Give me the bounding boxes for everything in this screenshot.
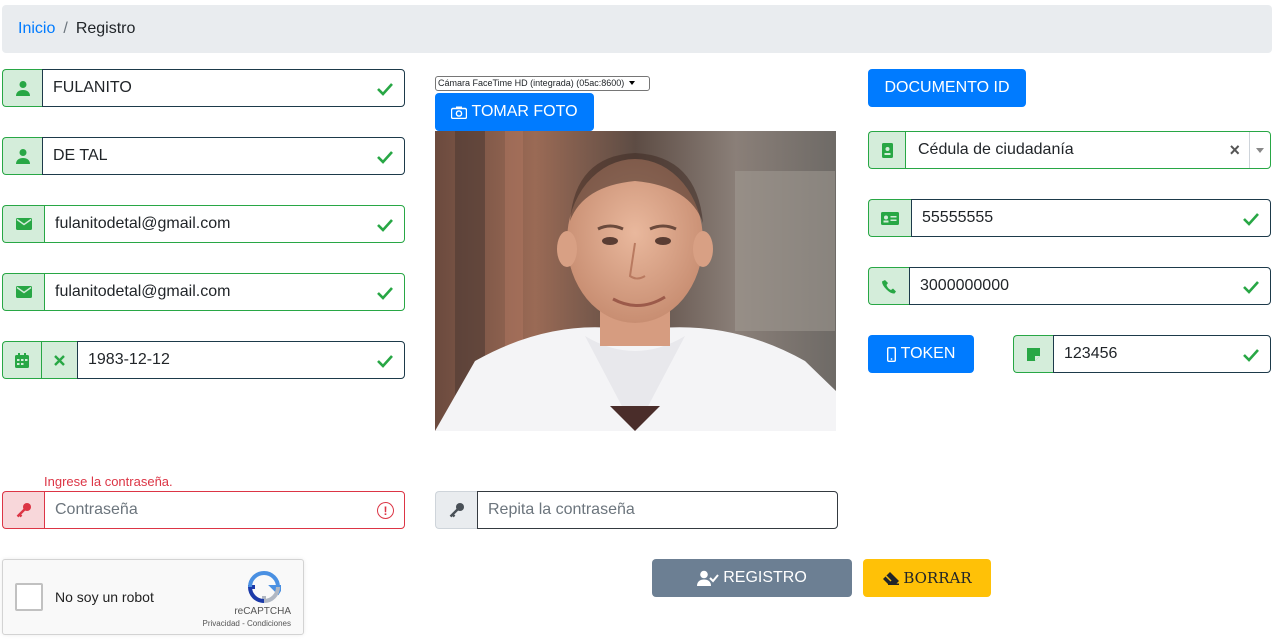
document-number-input[interactable]: 55555555 — [911, 199, 1271, 237]
last-name-group: DE TAL — [2, 137, 405, 175]
password-input[interactable]: Contraseña ! — [44, 491, 405, 529]
webcam-photo — [435, 131, 836, 431]
phone-value: 3000000000 — [920, 277, 1009, 294]
email-input[interactable]: fulanitodetal@gmail.com — [44, 205, 405, 243]
token-code-group: 123456 — [1013, 335, 1271, 373]
id-badge-icon — [868, 131, 905, 169]
document-number-group: 55555555 — [868, 199, 1271, 237]
clear-button[interactable]: BORRAR — [863, 559, 991, 597]
user-icon — [2, 137, 42, 175]
recaptcha-checkbox[interactable] — [15, 583, 43, 611]
breadcrumb-current: Registro — [75, 20, 136, 37]
user-check-icon — [697, 570, 719, 586]
check-icon — [377, 83, 393, 96]
envelope-icon — [2, 205, 44, 243]
chevron-down-icon — [629, 81, 635, 85]
last-name-input[interactable]: DE TAL — [42, 137, 405, 175]
clear-label: BORRAR — [903, 569, 972, 587]
calendar-icon — [2, 341, 41, 379]
breadcrumb-separator: / — [63, 20, 68, 37]
recaptcha-terms-link[interactable]: Privacidad - Condiciones — [203, 619, 292, 628]
password-placeholder: Contraseña — [55, 501, 138, 518]
email-value: fulanitodetal@gmail.com — [55, 215, 231, 232]
document-number-value: 55555555 — [922, 209, 994, 226]
take-photo-label: TOMAR FOTO — [471, 103, 578, 120]
phone-group: 3000000000 — [868, 267, 1271, 305]
password-error-message: Ingrese la contraseña. — [44, 474, 173, 489]
sticky-note-icon — [1013, 335, 1053, 373]
check-icon — [377, 355, 393, 368]
recaptcha-logo-icon — [247, 571, 281, 604]
check-icon — [1243, 213, 1259, 226]
birthdate-group: 1983-12-12 — [2, 341, 405, 379]
register-button[interactable]: REGISTRO — [652, 559, 852, 597]
check-icon — [1243, 349, 1259, 362]
recaptcha-widget: No soy un robot reCAPTCHA Privacidad - C… — [2, 559, 304, 635]
document-id-label: DOCUMENTO ID — [884, 79, 1010, 96]
user-icon — [2, 69, 42, 107]
camera-select[interactable]: Cámara FaceTime HD (integrada) (05ac:860… — [435, 76, 650, 91]
check-icon — [377, 151, 393, 164]
check-icon — [1243, 281, 1259, 294]
error-icon: ! — [377, 502, 394, 519]
token-code-input[interactable]: 123456 — [1053, 335, 1271, 373]
last-name-value: DE TAL — [53, 147, 108, 164]
birthdate-value: 1983-12-12 — [88, 351, 170, 368]
envelope-icon — [2, 273, 44, 311]
first-name-group: FULANITO — [2, 69, 405, 107]
birthdate-input[interactable]: 1983-12-12 — [77, 341, 405, 379]
mobile-icon — [886, 346, 896, 362]
phone-input[interactable]: 3000000000 — [909, 267, 1271, 305]
email-confirm-input[interactable]: fulanitodetal@gmail.com — [44, 273, 405, 311]
recaptcha-label: No soy un robot — [55, 589, 154, 605]
clear-selection-icon[interactable]: × — [1229, 140, 1240, 161]
password-group: Contraseña ! — [2, 491, 405, 529]
document-type-value: Cédula de ciudadanía — [918, 141, 1074, 158]
camera-select-value: Cámara FaceTime HD (integrada) (05ac:860… — [438, 78, 625, 88]
id-card-icon — [868, 199, 911, 237]
eraser-icon — [883, 572, 900, 585]
chevron-down-icon[interactable] — [1256, 148, 1264, 153]
key-icon — [2, 491, 44, 529]
password-repeat-input[interactable]: Repita la contraseña — [477, 491, 838, 529]
breadcrumb-home-link[interactable]: Inicio — [18, 20, 55, 38]
check-icon — [377, 287, 393, 300]
register-label: REGISTRO — [723, 569, 807, 586]
token-code-value: 123456 — [1064, 345, 1118, 362]
password-repeat-group: Repita la contraseña — [435, 491, 838, 529]
password-repeat-placeholder: Repita la contraseña — [488, 501, 635, 518]
document-id-button[interactable]: DOCUMENTO ID — [868, 69, 1026, 107]
select-divider — [1249, 132, 1250, 168]
breadcrumb: Inicio / Registro — [2, 5, 1272, 53]
document-type-select[interactable]: Cédula de ciudadanía × — [868, 131, 1271, 169]
token-label: TOKEN — [900, 345, 956, 362]
take-photo-button[interactable]: TOMAR FOTO — [435, 93, 594, 131]
phone-icon — [868, 267, 909, 305]
camera-icon — [451, 106, 468, 119]
email-group: fulanitodetal@gmail.com — [2, 205, 405, 243]
document-type-display[interactable]: Cédula de ciudadanía × — [905, 131, 1271, 169]
recaptcha-brand: reCAPTCHA — [234, 606, 291, 617]
clear-date-icon[interactable] — [41, 341, 77, 379]
email-confirm-value: fulanitodetal@gmail.com — [55, 283, 231, 300]
email-confirm-group: fulanitodetal@gmail.com — [2, 273, 405, 311]
first-name-input[interactable]: FULANITO — [42, 69, 405, 107]
key-icon — [435, 491, 477, 529]
check-icon — [377, 219, 393, 232]
token-button[interactable]: TOKEN — [868, 335, 974, 373]
first-name-value: FULANITO — [53, 79, 132, 96]
